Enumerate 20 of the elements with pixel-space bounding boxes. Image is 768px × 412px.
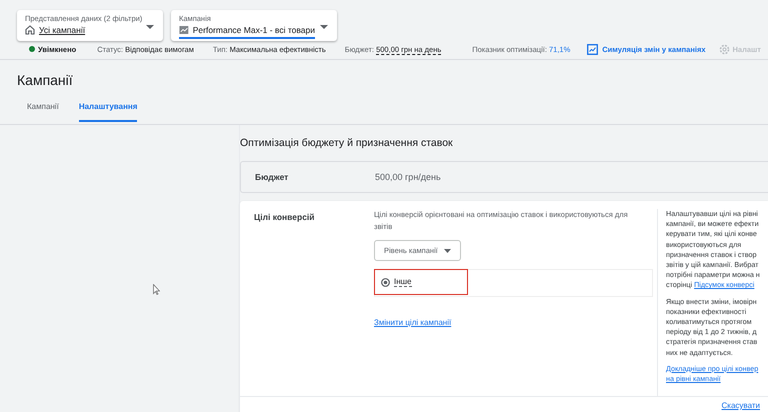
target-icon [381, 278, 390, 286]
chart-icon [179, 25, 189, 35]
tab[interactable]: Кампанії [27, 100, 59, 122]
chart-icon [587, 44, 598, 54]
section-title: Оптимізація бюджету й призначення ставок [240, 136, 454, 151]
change-goals-link[interactable]: Змінити цілі кампанії [374, 318, 452, 327]
caret-icon [444, 248, 451, 252]
budget-value: 500,00 грн/день [375, 172, 441, 182]
home-icon [25, 25, 35, 35]
budget-row[interactable]: Бюджет 500,00 грн/день [240, 161, 768, 193]
gear-icon [718, 44, 730, 54]
tab[interactable]: Налаштування [78, 100, 138, 122]
goals-label: Цілі конверсій [253, 211, 316, 224]
budget-label: Бюджет [254, 172, 290, 182]
page-title: Кампанії [16, 71, 74, 90]
mouse-cursor-icon [153, 284, 160, 295]
cancel-link[interactable]: Скасувати [722, 401, 760, 410]
caret-icon [320, 25, 328, 29]
caret-icon [146, 25, 154, 29]
goal-item[interactable]: Інше [374, 269, 468, 295]
